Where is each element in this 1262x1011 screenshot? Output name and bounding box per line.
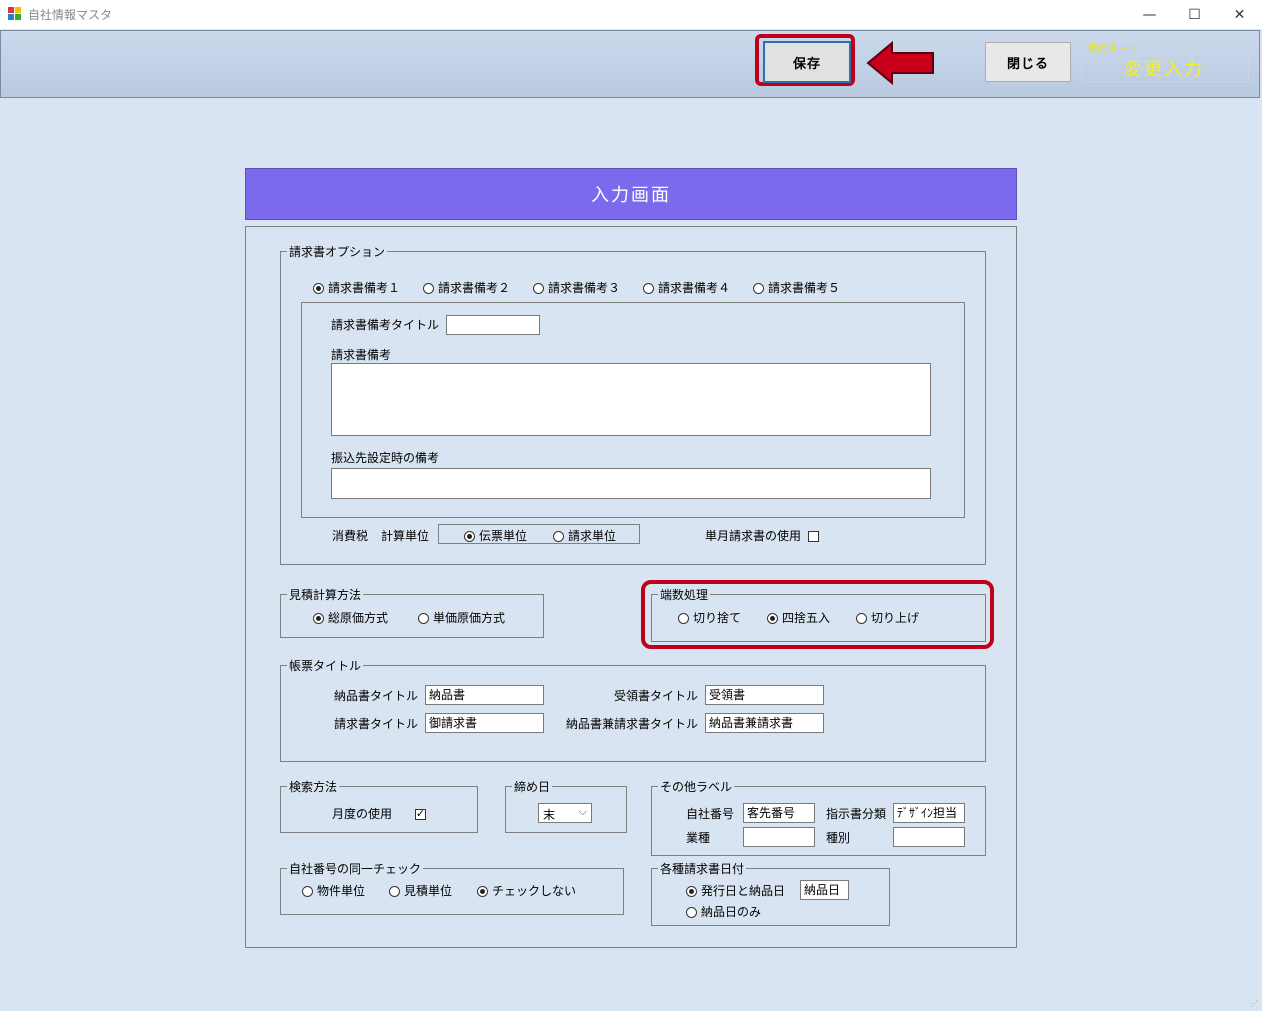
radio-icon: [423, 283, 434, 294]
radio-icon: [313, 283, 324, 294]
radio-icon: [553, 531, 564, 542]
receipt-title-label: 受領書タイトル: [614, 689, 699, 703]
closing-day-value: 末: [543, 808, 556, 822]
remarks-label: 請求書備考: [331, 348, 392, 362]
estimate-method-legend: 見積計算方法: [289, 588, 362, 602]
remarks-tab-3[interactable]: 請求書備考３: [533, 279, 620, 296]
radio-icon: [418, 613, 429, 624]
form-titles-group: 帳票タイトル: [280, 657, 986, 762]
minimize-icon[interactable]: —: [1127, 0, 1172, 29]
estimate-total-cost[interactable]: 総原価方式: [313, 609, 388, 626]
radio-icon: [313, 613, 324, 624]
calc-unit-slip[interactable]: 伝票単位: [464, 527, 527, 544]
invoice-date-delivery-input[interactable]: 納品日: [800, 880, 849, 900]
invoice-options-legend: 請求書オプション: [289, 245, 386, 259]
estimate-unit-cost[interactable]: 単価原価方式: [418, 609, 505, 626]
radio-icon: [302, 886, 313, 897]
monthly-invoice-label: 単月請求書の使用: [705, 529, 802, 543]
mode-label: 実行モード: [1088, 44, 1138, 55]
chevron-down-icon: ⌵: [578, 805, 587, 818]
window-title: 自社情報マスタ: [28, 8, 113, 22]
closing-day-legend: 締め日: [514, 780, 551, 794]
remarks-title-input[interactable]: [446, 315, 540, 335]
remarks-tab-4[interactable]: 請求書備考４: [643, 279, 730, 296]
company-no-label: 自社番号: [686, 807, 735, 821]
invoice-date-delivery-only[interactable]: 納品日のみ: [686, 903, 761, 920]
search-method-legend: 検索方法: [289, 780, 338, 794]
category-label: 種別: [826, 831, 851, 845]
remarks-title-label: 請求書備考タイトル: [331, 318, 440, 332]
radio-icon: [389, 886, 400, 897]
rounding-legend: 端数処理: [660, 588, 709, 602]
combined-title-label: 納品書兼請求書タイトル: [566, 717, 699, 731]
radio-icon: [464, 531, 475, 542]
other-labels-legend: その他ラベル: [660, 780, 733, 794]
remarks-tab-1[interactable]: 請求書備考１: [313, 279, 400, 296]
toolbar: [0, 30, 1260, 98]
transfer-remarks-input[interactable]: [331, 468, 931, 499]
duplicate-check-legend: 自社番号の同一チェック: [289, 862, 422, 876]
combined-title-input[interactable]: 納品書兼請求書: [705, 713, 824, 733]
radio-icon: [767, 613, 778, 624]
delivery-title-label: 納品書タイトル: [334, 689, 419, 703]
tax-label: 消費税: [332, 529, 369, 543]
instruction-input[interactable]: ﾃﾞｻﾞｲﾝ担当: [893, 803, 965, 823]
month-usage-label: 月度の使用: [332, 807, 393, 821]
mode-value: 変更入力: [1124, 59, 1204, 80]
remarks-tab-5[interactable]: 請求書備考５: [753, 279, 840, 296]
radio-icon: [533, 283, 544, 294]
month-usage-checkbox[interactable]: [414, 807, 426, 821]
industry-label: 業種: [686, 831, 711, 845]
rounding-floor[interactable]: 切り捨て: [678, 609, 741, 626]
title-bar: [0, 0, 1262, 29]
close-button[interactable]: 閉じる: [985, 42, 1071, 82]
instruction-label: 指示書分類: [826, 807, 887, 821]
receipt-title-input[interactable]: 受領書: [705, 685, 824, 705]
invoice-title-input[interactable]: 御請求書: [425, 713, 544, 733]
calc-unit-label: 計算単位: [381, 529, 430, 543]
transfer-remarks-label: 振込先設定時の備考: [331, 451, 440, 465]
radio-icon: [678, 613, 689, 624]
invoice-dates-legend: 各種請求書日付: [660, 862, 745, 876]
closing-day-select[interactable]: 末 ⌵: [538, 803, 592, 823]
company-no-input[interactable]: 客先番号: [743, 803, 815, 823]
panel-header: 入力画面: [245, 168, 1017, 220]
rounding-round[interactable]: 四捨五入: [767, 609, 830, 626]
remarks-tab-2[interactable]: 請求書備考２: [423, 279, 510, 296]
duplicate-check-none[interactable]: チェックしない: [477, 882, 576, 899]
radio-icon: [686, 886, 697, 897]
duplicate-check-estimate[interactable]: 見積単位: [389, 882, 452, 899]
form-titles-legend: 帳票タイトル: [289, 659, 362, 673]
industry-input[interactable]: [743, 827, 815, 847]
radio-icon: [643, 283, 654, 294]
monthly-invoice-checkbox[interactable]: [808, 531, 819, 542]
delivery-title-input[interactable]: 納品書: [425, 685, 544, 705]
maximize-icon[interactable]: ☐: [1172, 0, 1217, 29]
radio-icon: [856, 613, 867, 624]
radio-icon: [686, 907, 697, 918]
duplicate-check-property[interactable]: 物件単位: [302, 882, 365, 899]
category-input[interactable]: [893, 827, 965, 847]
save-button[interactable]: 保存: [763, 41, 851, 83]
calc-unit-invoice[interactable]: 請求単位: [553, 527, 616, 544]
resize-grip-icon[interactable]: ⋰: [1250, 999, 1260, 1009]
close-window-icon[interactable]: ✕: [1217, 0, 1262, 29]
invoice-date-issue-and-delivery[interactable]: 発行日と納品日: [686, 882, 785, 899]
radio-icon: [477, 886, 488, 897]
app-icon: [8, 7, 22, 21]
invoice-title-label: 請求書タイトル: [334, 717, 419, 731]
rounding-ceil[interactable]: 切り上げ: [856, 609, 919, 626]
arrow-left-icon: [866, 40, 936, 89]
remarks-textarea[interactable]: [331, 363, 931, 436]
radio-icon: [753, 283, 764, 294]
